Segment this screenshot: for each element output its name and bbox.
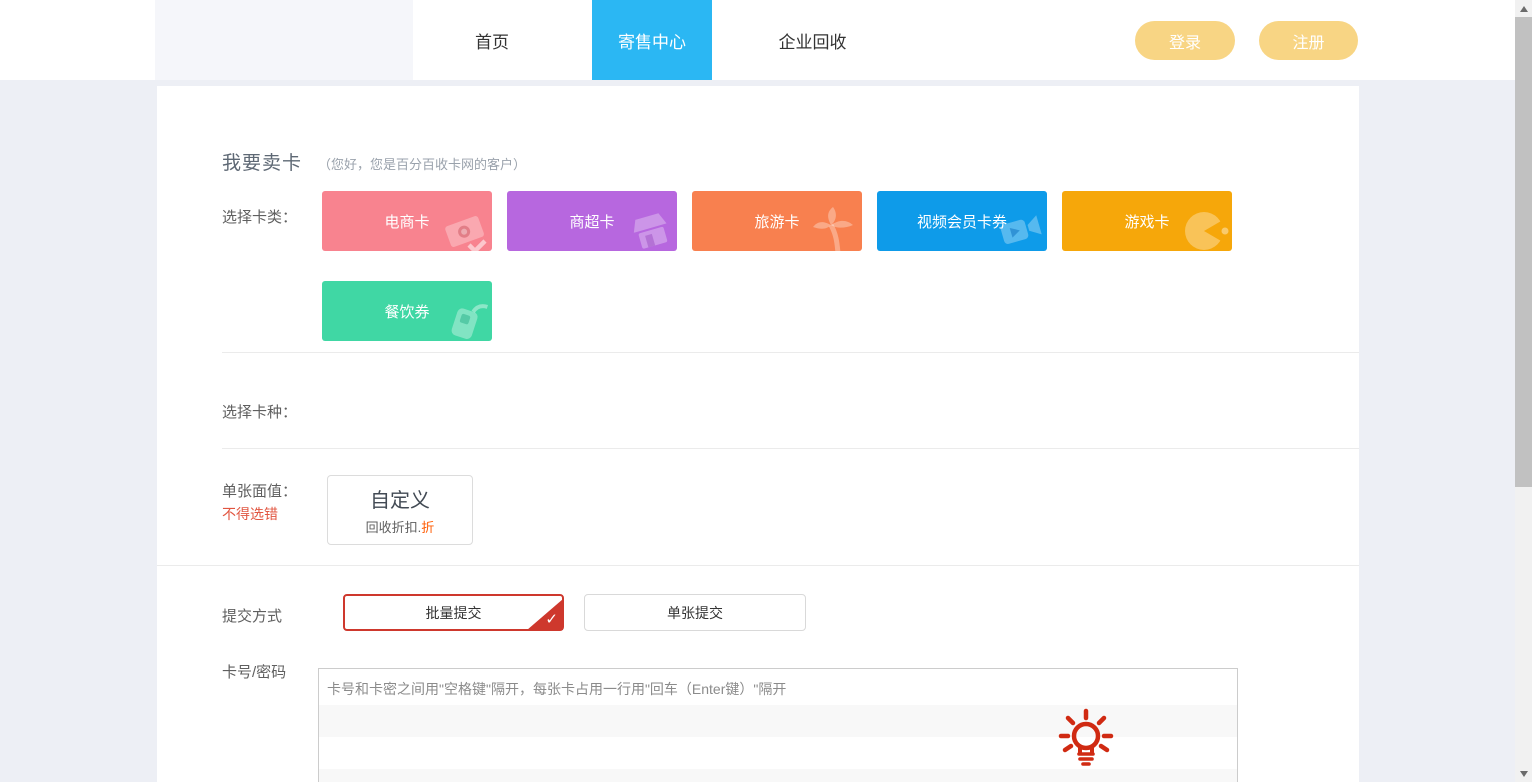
card-numbers-textarea[interactable]: [319, 669, 1237, 782]
category-button-supermarket[interactable]: 商超卡: [507, 191, 677, 251]
pacman-icon: [1182, 207, 1230, 251]
face-value-warning: 不得选错: [222, 504, 278, 524]
category-button-travel[interactable]: 旅游卡: [692, 191, 862, 251]
nav-tab-enterprise-recycle[interactable]: 企业回收: [742, 0, 883, 80]
supermarket-icon: [627, 207, 675, 251]
discount-highlight: 折: [421, 520, 434, 535]
face-value-label: 单张面值：: [222, 480, 297, 501]
category-label: 旅游卡: [754, 211, 799, 232]
arrow-up-icon: [1520, 6, 1528, 12]
category-label: 商超卡: [569, 211, 614, 232]
card-input-area: [318, 668, 1238, 782]
divider: [222, 352, 1359, 353]
face-value-option-custom[interactable]: 自定义 回收折扣.折: [327, 475, 473, 545]
scrollbar-down-button[interactable]: [1515, 765, 1532, 782]
category-label: 餐饮券: [384, 301, 429, 322]
section-divider: [157, 565, 1359, 566]
scrollbar: [1515, 0, 1532, 782]
category-label: 电商卡: [384, 211, 429, 232]
page-title: 我要卖卡: [222, 148, 302, 175]
scrollbar-up-button[interactable]: [1515, 0, 1532, 17]
nav-tab-consignment-center[interactable]: 寄售中心: [592, 0, 712, 80]
submit-method-label: 提交方式: [222, 605, 282, 626]
palm-tree-icon: [812, 207, 860, 251]
divider: [222, 448, 1359, 449]
submit-option-single[interactable]: 单张提交: [584, 594, 806, 631]
register-button[interactable]: 注册: [1259, 21, 1358, 60]
face-value-discount: 回收折扣.折: [366, 517, 435, 536]
login-button[interactable]: 登录: [1135, 21, 1235, 60]
nav-tab-home[interactable]: 首页: [413, 0, 571, 80]
category-label: 游戏卡: [1124, 211, 1169, 232]
scrollbar-thumb[interactable]: [1515, 17, 1532, 487]
arrow-down-icon: [1520, 771, 1528, 777]
card-category-label: 选择卡类：: [222, 206, 297, 227]
category-button-ecommerce[interactable]: 电商卡: [322, 191, 492, 251]
page: 首页 寄售中心 企业回收 登录 注册 我要卖卡 （您好，您是百分百收卡网的客户）…: [0, 0, 1532, 782]
logo-placeholder: [155, 0, 413, 80]
drink-cup-icon: [442, 297, 490, 341]
category-button-video-membership[interactable]: 视频会员卡券: [877, 191, 1047, 251]
check-icon: ✓: [545, 610, 558, 628]
sell-card-panel: 我要卖卡 （您好，您是百分百收卡网的客户） 选择卡类： 电商卡 商超卡: [157, 86, 1359, 782]
customer-greeting: （您好，您是百分百收卡网的客户）: [318, 154, 526, 173]
header: 首页 寄售中心 企业回收 登录 注册: [0, 0, 1515, 80]
discount-prefix: 回收折扣.: [366, 520, 422, 535]
submit-option-label: 批量提交: [426, 603, 482, 623]
submit-option-batch[interactable]: 批量提交 ✓: [343, 594, 564, 631]
title-row: 我要卖卡 （您好，您是百分百收卡网的客户）: [222, 148, 526, 175]
category-button-game[interactable]: 游戏卡: [1062, 191, 1232, 251]
ecommerce-card-icon: [442, 207, 490, 251]
category-label: 视频会员卡券: [917, 211, 1007, 232]
category-button-dining[interactable]: 餐饮券: [322, 281, 492, 341]
card-type-label: 选择卡种：: [222, 401, 297, 422]
card-number-label: 卡号/密码: [222, 661, 286, 682]
face-value-option-title: 自定义: [370, 484, 430, 513]
submit-option-label: 单张提交: [667, 603, 723, 623]
